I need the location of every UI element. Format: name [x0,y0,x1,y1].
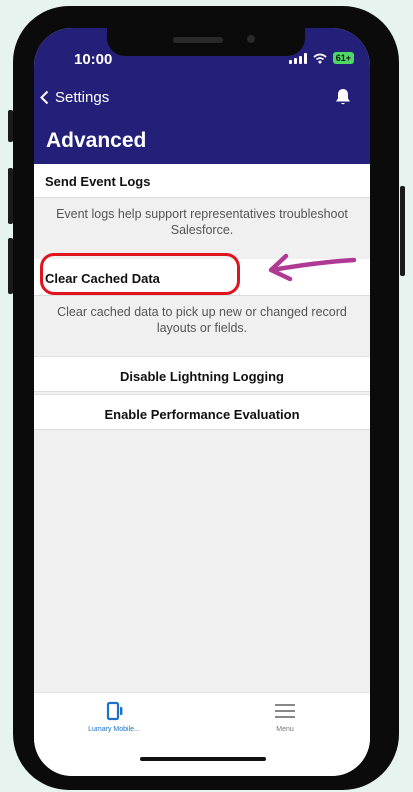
side-button-left-1 [8,110,13,142]
send-event-logs-label: Send Event Logs [45,174,151,189]
battery-icon: 61+ [332,52,354,64]
status-time: 10:00 [74,51,113,68]
hamburger-menu-icon [275,704,295,718]
send-event-logs-helper: Event logs help support representatives … [56,207,348,237]
tab-lumary-mobile-label: Lumary Mobile... [88,726,140,733]
highlight-outline [40,253,240,295]
disable-lightning-logging-label: Disable Lightning Logging [120,369,284,384]
disable-lightning-logging-row[interactable]: Disable Lightning Logging [34,356,370,392]
back-button[interactable]: Settings [40,89,109,106]
home-indicator[interactable] [140,757,266,761]
side-button-left-2 [8,168,13,224]
status-icons: 61+ [288,52,354,64]
side-button-left-3 [8,238,13,294]
send-event-logs-row[interactable]: Send Event Logs [34,164,370,198]
wifi-icon [313,53,327,63]
clear-cached-data-helper: Clear cached data to pick up new or chan… [57,305,347,335]
tab-lumary-mobile[interactable]: Lumary Mobile... [64,701,164,733]
phone-app-icon [106,701,123,721]
speaker-grille [173,37,223,43]
tab-menu-label: Menu [276,726,294,733]
back-label: Settings [55,89,110,106]
tab-bar: Lumary Mobile... Menu [34,692,370,776]
notch [107,28,305,56]
enable-performance-evaluation-label: Enable Performance Evaluation [104,407,300,422]
chevron-left-icon [40,90,49,105]
bell-icon[interactable] [335,88,351,106]
arrow-annotation-icon [268,253,357,282]
screen: 10:00 61+ Settings Advanced Send Event L… [34,28,370,776]
side-button-right [400,186,405,276]
enable-performance-evaluation-row[interactable]: Enable Performance Evaluation [34,394,370,430]
tab-menu[interactable]: Menu [235,701,335,733]
page-title: Advanced [46,129,147,152]
camera-icon [247,35,255,43]
